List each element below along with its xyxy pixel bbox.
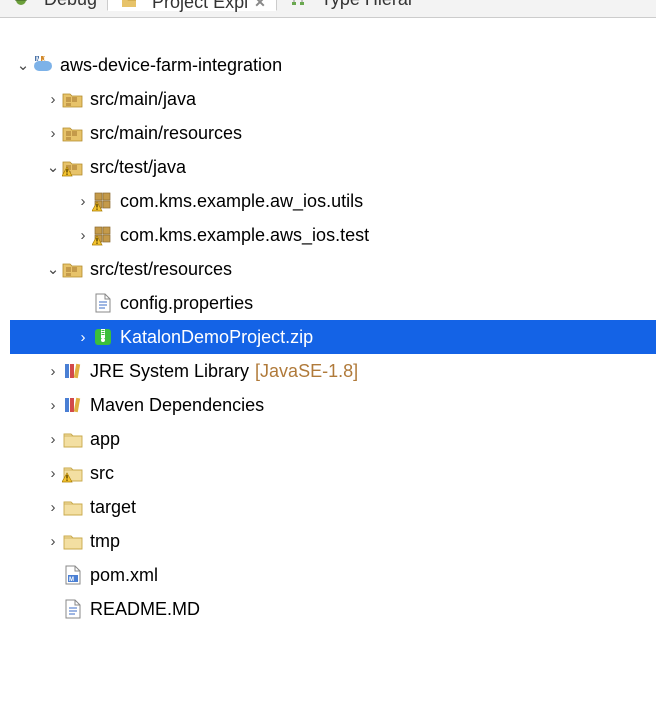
tree-item-readme[interactable]: › README.MD [10, 592, 656, 626]
tree-item-src-test-java[interactable]: ⌄ src/test/java [10, 150, 656, 184]
tree-label: src [90, 463, 114, 484]
tree-item-config-properties[interactable]: › config.properties [10, 286, 656, 320]
package-warn-icon [92, 190, 114, 212]
maven-project-icon [32, 54, 54, 76]
folder-icon [62, 496, 84, 518]
source-folder-icon [62, 122, 84, 144]
chevron-right-icon[interactable]: › [44, 533, 62, 550]
tab-label: Type Hierar [321, 0, 414, 10]
tree-item-jre-library[interactable]: › JRE System Library [JavaSE-1.8] [10, 354, 656, 388]
chevron-right-icon[interactable]: › [44, 499, 62, 516]
tree-label: tmp [90, 531, 120, 552]
library-icon [62, 394, 84, 416]
spacer: › [44, 567, 62, 584]
chevron-down-icon[interactable]: ⌄ [44, 158, 62, 176]
tree-label: src/test/java [90, 157, 186, 178]
tree-item-folder-src[interactable]: › src [10, 456, 656, 490]
chevron-right-icon[interactable]: › [74, 227, 92, 244]
tree-label: app [90, 429, 120, 450]
tree-item-src-main-java[interactable]: › src/main/java [10, 82, 656, 116]
folder-icon [62, 428, 84, 450]
tree-item-folder-target[interactable]: › target [10, 490, 656, 524]
tree-item-folder-tmp[interactable]: › tmp [10, 524, 656, 558]
file-icon [92, 292, 114, 314]
folder-warn-icon [62, 462, 84, 484]
file-icon [62, 598, 84, 620]
jre-version-label: [JavaSE-1.8] [255, 361, 358, 382]
close-icon[interactable]: ✕ [254, 0, 266, 11]
chevron-right-icon[interactable]: › [74, 193, 92, 210]
tree-item-project-root[interactable]: ⌄ aws-device-farm-integration [10, 48, 656, 82]
spacer: › [44, 601, 62, 618]
chevron-right-icon[interactable]: › [44, 465, 62, 482]
tree-label: JRE System Library [90, 361, 249, 382]
folder-icon [62, 530, 84, 552]
tab-project-explorer[interactable]: Project Expl ✕ [107, 0, 277, 11]
tab-type-hierarchy[interactable]: Type Hierar [277, 0, 424, 8]
tab-debug[interactable]: Debug [0, 0, 107, 8]
tree-label: pom.xml [90, 565, 158, 586]
tab-bar: Debug Project Expl ✕ Type Hierar [0, 0, 656, 18]
chevron-right-icon[interactable]: › [44, 397, 62, 414]
tree-label: config.properties [120, 293, 253, 314]
chevron-right-icon[interactable]: › [44, 91, 62, 108]
spacer: › [74, 329, 92, 346]
hierarchy-icon [287, 0, 309, 11]
library-icon [62, 360, 84, 382]
tree-label: src/main/resources [90, 123, 242, 144]
tree-label: KatalonDemoProject.zip [120, 327, 313, 348]
tree-item-package-utils[interactable]: › com.kms.example.aw_ios.utils [10, 184, 656, 218]
source-folder-icon [62, 258, 84, 280]
tree-item-src-test-resources[interactable]: ⌄ src/test/resources [10, 252, 656, 286]
tree-label: com.kms.example.aw_ios.utils [120, 191, 363, 212]
chevron-right-icon[interactable]: › [44, 125, 62, 142]
source-folder-warn-icon [62, 156, 84, 178]
chevron-right-icon[interactable]: › [44, 431, 62, 448]
folder-icon [118, 0, 140, 13]
chevron-down-icon[interactable]: ⌄ [14, 56, 32, 74]
chevron-down-icon[interactable]: ⌄ [44, 260, 62, 278]
project-tree[interactable]: ⌄ aws-device-farm-integration › src/main… [0, 18, 656, 626]
tab-label: Project Expl [152, 0, 248, 13]
tree-label: README.MD [90, 599, 200, 620]
tree-item-maven-deps[interactable]: › Maven Dependencies [10, 388, 656, 422]
xml-file-icon [62, 564, 84, 586]
tree-label: com.kms.example.aws_ios.test [120, 225, 369, 246]
tree-label: src/test/resources [90, 259, 232, 280]
bug-icon [10, 0, 32, 11]
tree-label: target [90, 497, 136, 518]
tree-item-pom-xml[interactable]: › pom.xml [10, 558, 656, 592]
tree-item-folder-app[interactable]: › app [10, 422, 656, 456]
spacer: › [74, 295, 92, 312]
tree-label: aws-device-farm-integration [60, 55, 282, 76]
chevron-right-icon[interactable]: › [44, 363, 62, 380]
tree-item-src-main-resources[interactable]: › src/main/resources [10, 116, 656, 150]
package-warn-icon [92, 224, 114, 246]
tree-label: Maven Dependencies [90, 395, 264, 416]
source-folder-icon [62, 88, 84, 110]
tree-label: src/main/java [90, 89, 196, 110]
tree-item-package-test[interactable]: › com.kms.example.aws_ios.test [10, 218, 656, 252]
tree-item-katalon-zip[interactable]: › KatalonDemoProject.zip [10, 320, 656, 354]
archive-icon [92, 326, 114, 348]
tab-label: Debug [44, 0, 97, 10]
